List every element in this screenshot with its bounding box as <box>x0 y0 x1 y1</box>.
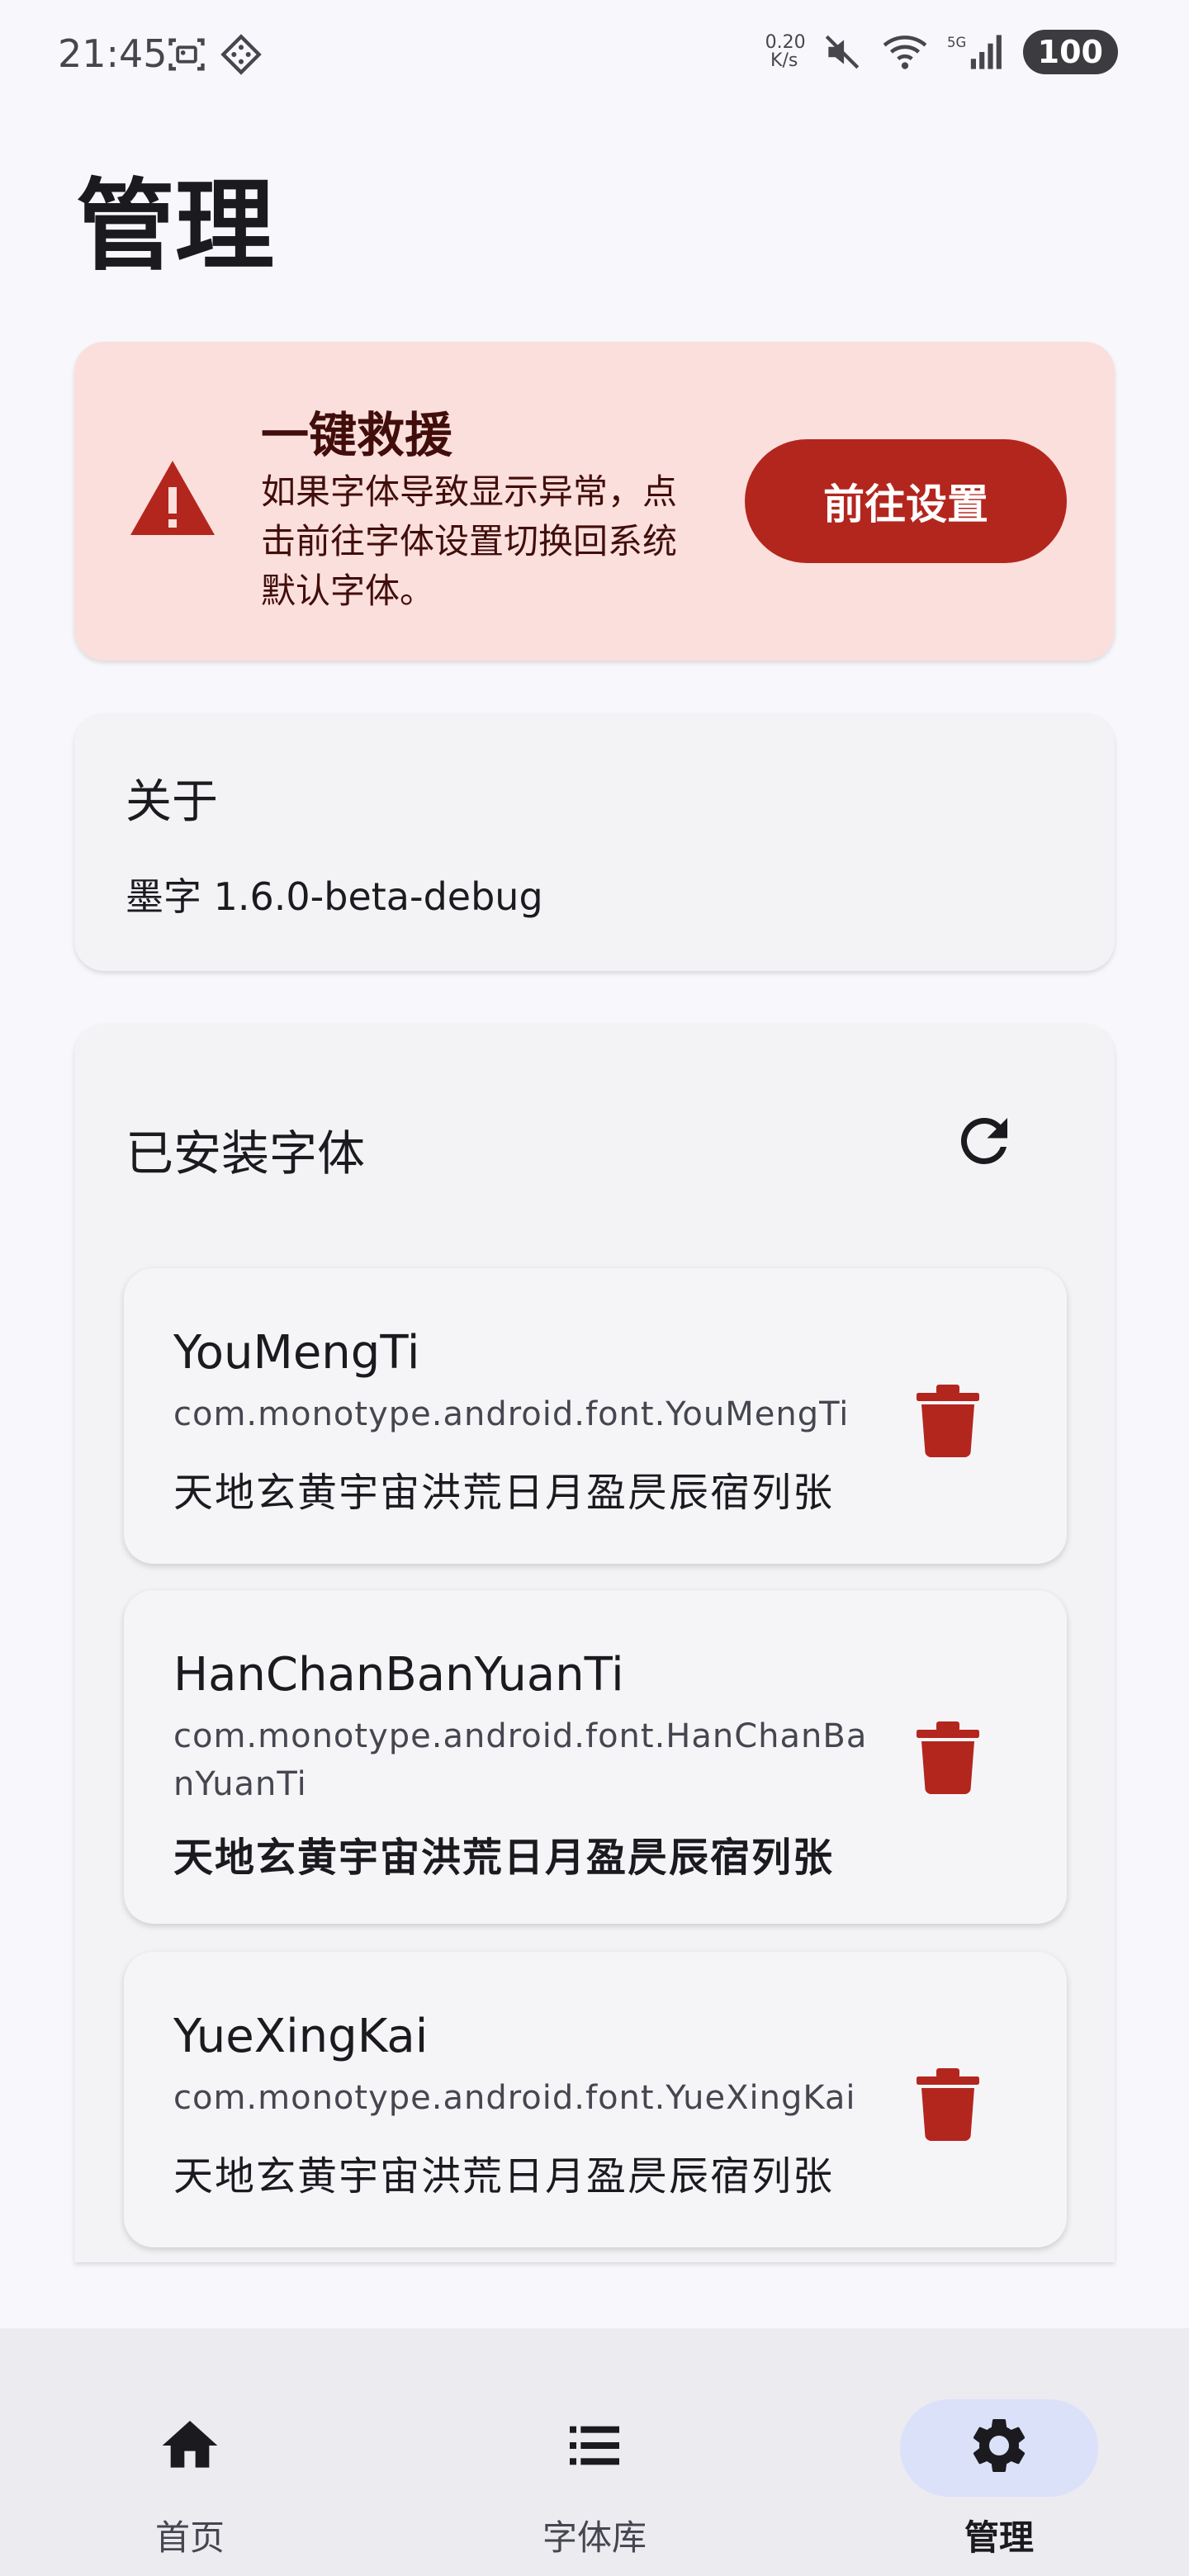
font-name: YouMengTi <box>173 1326 420 1380</box>
page-title: 管理 <box>76 169 274 284</box>
nav-label: 字体库 <box>542 2517 647 2558</box>
diamond-grid-icon <box>220 34 262 75</box>
trash-icon <box>917 1721 979 1795</box>
font-package: com.monotype.android.font.YueXingKai <box>173 2079 856 2117</box>
status-system-icons: 0.20 K/s 5G 100 <box>765 30 1118 74</box>
about-card: 关于 墨字 1.6.0-beta-debug <box>74 713 1115 971</box>
about-title: 关于 <box>126 775 218 829</box>
status-time: 21:45 <box>58 31 168 76</box>
nav-item-home[interactable]: 首页 <box>66 2361 314 2558</box>
svg-text:5G: 5G <box>947 35 966 50</box>
delete-font-button[interactable] <box>917 2067 979 2142</box>
font-sample: 天地玄黄宇宙洪荒日月盈昃辰宿列张 <box>173 2153 835 2200</box>
installed-fonts-title: 已安装字体 <box>126 1125 366 1181</box>
nav-label: 管理 <box>964 2517 1034 2558</box>
font-sample: 天地玄黄宇宙洪荒日月盈昃辰宿列张 <box>173 1470 835 1516</box>
delete-font-button[interactable] <box>917 1721 979 1795</box>
go-to-settings-button[interactable]: 前往设置 <box>745 439 1067 563</box>
home-icon <box>162 2421 218 2468</box>
nav-label: 首页 <box>154 2517 225 2558</box>
delete-font-button[interactable] <box>917 1384 979 1458</box>
trash-icon <box>917 1385 979 1458</box>
font-package: com.monotype.android.font.HanChanBanYuan… <box>173 1717 868 1803</box>
bottom-navigation: 首页 字体库 管理 <box>0 2328 1189 2576</box>
status-bar: 21:45 0.20 K/s 5G 100 <box>0 0 1189 112</box>
font-name: YueXingKai <box>173 2010 429 2063</box>
net-speed: 0.20 K/s <box>765 32 806 71</box>
nav-item-manage[interactable]: 管理 <box>875 2361 1123 2558</box>
font-package: com.monotype.android.font.YouMengTi <box>173 1395 850 1433</box>
nav-item-font-library[interactable]: 字体库 <box>471 2361 718 2558</box>
gear-icon <box>973 2419 1026 2472</box>
battery-indicator: 100 <box>1022 30 1118 74</box>
wifi-icon <box>883 36 927 69</box>
refresh-icon <box>960 1118 1007 1164</box>
signal-icon: 5G <box>947 35 1002 69</box>
list-icon <box>570 2426 619 2465</box>
font-name: HanChanBanYuanTi <box>173 1648 624 1702</box>
rescue-description: 如果字体导致显示异常，点击前往字体设置切换回系统默认字体。 <box>261 471 678 611</box>
warning-icon <box>130 461 215 535</box>
trash-icon <box>917 2068 979 2142</box>
font-item-youmengti[interactable]: YouMengTi com.monotype.android.font.YouM… <box>124 1268 1067 1564</box>
refresh-button[interactable] <box>950 1106 1019 1176</box>
app-version: 墨字 1.6.0-beta-debug <box>126 874 543 919</box>
mute-icon <box>825 35 859 69</box>
screenshot-icon <box>168 38 205 71</box>
font-sample: 天地玄黄宇宙洪荒日月盈昃辰宿列张 <box>173 1835 835 1881</box>
font-item-yuexingkai[interactable]: YueXingKai com.monotype.android.font.Yue… <box>124 1952 1067 2247</box>
status-notification-icons <box>165 33 263 76</box>
rescue-title: 一键救援 <box>261 407 453 463</box>
font-item-hanchanbanyuanti[interactable]: HanChanBanYuanTi com.monotype.android.fo… <box>124 1590 1067 1924</box>
installed-fonts-card: 已安装字体 YouMengTi com.monotype.android.fon… <box>74 1024 1115 2262</box>
rescue-card: 一键救援 如果字体导致显示异常，点击前往字体设置切换回系统默认字体。 前往设置 <box>74 342 1115 661</box>
